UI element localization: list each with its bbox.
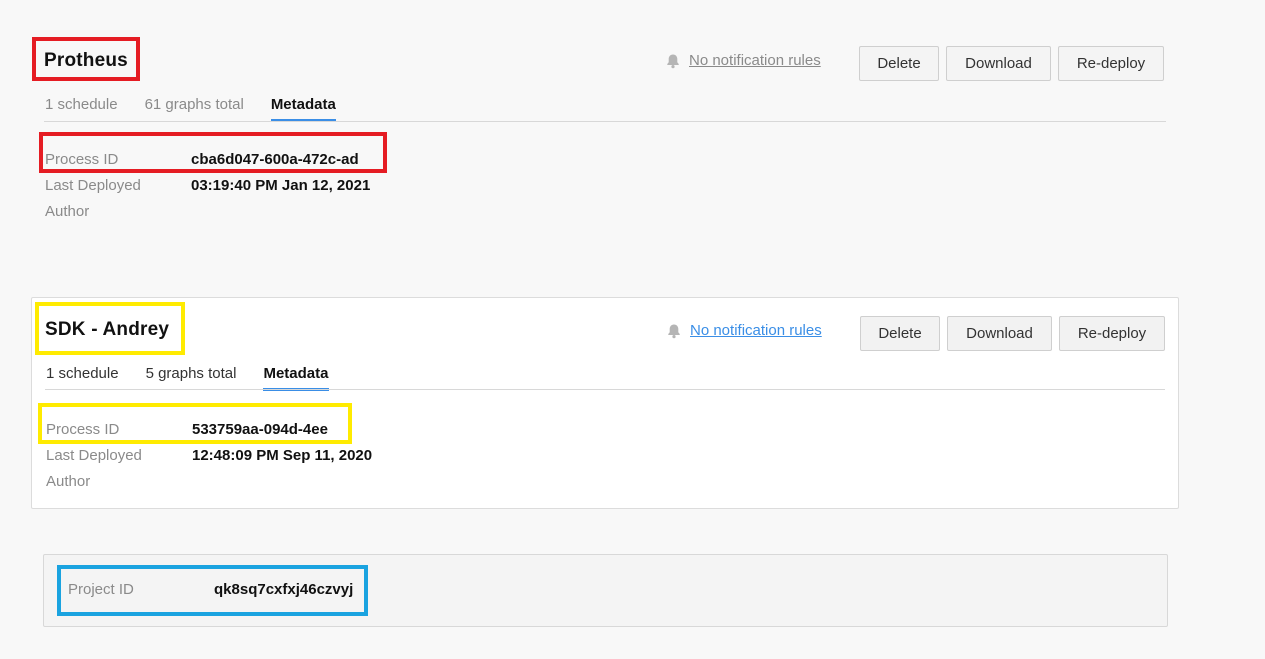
download-button[interactable]: Download: [946, 46, 1051, 81]
process-id-highlight-box: [38, 403, 352, 444]
tab-graphs[interactable]: 5 graphs total: [146, 365, 237, 391]
tabs-divider: [45, 389, 1165, 390]
last-deployed-value: 12:48:09 PM Sep 11, 2020: [192, 446, 373, 464]
process-card-sdk-andrey: SDK - Andrey No notification rules Delet…: [31, 297, 1179, 509]
tab-graphs[interactable]: 61 graphs total: [145, 96, 244, 122]
process-id-highlight-box: [39, 132, 387, 173]
download-button[interactable]: Download: [947, 316, 1052, 351]
bell-icon: [667, 54, 679, 68]
last-deployed-value: 03:19:40 PM Jan 12, 2021: [191, 176, 371, 194]
delete-button[interactable]: Delete: [859, 46, 939, 81]
meta-row-author: Author: [45, 198, 370, 224]
delete-button[interactable]: Delete: [860, 316, 940, 351]
action-buttons: Delete Download Re-deploy: [860, 316, 1165, 351]
last-deployed-label: Last Deployed: [45, 176, 141, 194]
tab-schedule[interactable]: 1 schedule: [46, 365, 119, 391]
bell-icon: [668, 324, 680, 338]
author-label: Author: [45, 202, 90, 220]
process-card-protheus: Protheus No notification rules Delete Do…: [31, 28, 1179, 258]
notification-rules: No notification rules: [665, 52, 821, 69]
notification-rules-link[interactable]: No notification rules: [689, 52, 821, 69]
redeploy-button[interactable]: Re-deploy: [1058, 46, 1164, 81]
notification-rules-link[interactable]: No notification rules: [690, 322, 822, 339]
tab-metadata[interactable]: Metadata: [270, 96, 336, 122]
tab-schedule[interactable]: 1 schedule: [45, 96, 118, 122]
title-highlight-box: [35, 302, 185, 355]
notification-rules: No notification rules: [666, 322, 822, 339]
title-highlight-box: [32, 37, 140, 81]
action-buttons: Delete Download Re-deploy: [859, 46, 1164, 81]
tabs-divider: [44, 121, 1166, 122]
author-label: Author: [46, 472, 91, 490]
project-info-box: Project ID qk8sq7cxfxj46czvyj: [43, 554, 1168, 627]
project-id-highlight-box: [57, 565, 368, 616]
process-tabs: 1 schedule 5 graphs total Metadata: [46, 365, 329, 391]
tab-metadata[interactable]: Metadata: [263, 365, 329, 391]
meta-row-last-deployed: Last Deployed 12:48:09 PM Sep 11, 2020: [46, 442, 372, 468]
process-tabs: 1 schedule 61 graphs total Metadata: [45, 96, 336, 122]
meta-row-last-deployed: Last Deployed 03:19:40 PM Jan 12, 2021: [45, 172, 370, 198]
redeploy-button[interactable]: Re-deploy: [1059, 316, 1165, 351]
meta-row-author: Author: [46, 468, 372, 494]
last-deployed-label: Last Deployed: [46, 446, 142, 464]
